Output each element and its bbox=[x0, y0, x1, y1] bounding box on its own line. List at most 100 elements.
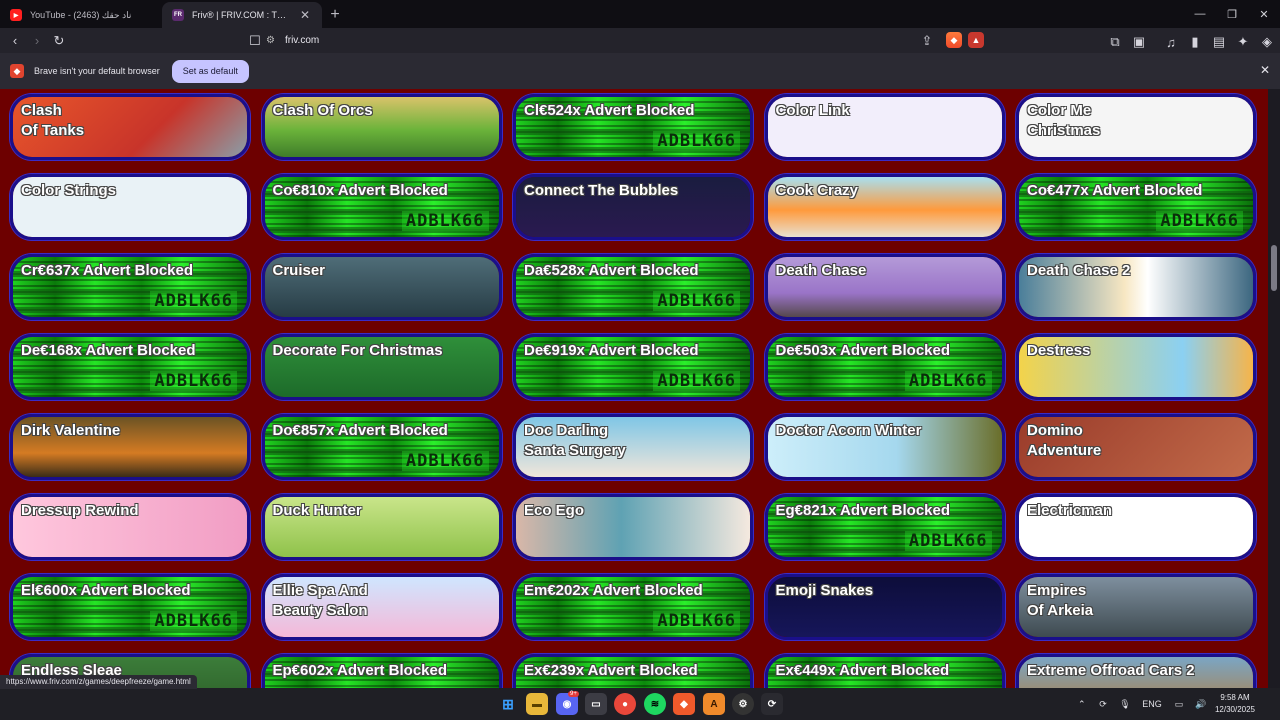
brave-taskbar-icon[interactable]: ◆ bbox=[673, 693, 695, 715]
adblock-watermark: ADBLK66 bbox=[150, 611, 237, 631]
site-settings-icon[interactable]: ⚙ bbox=[266, 35, 275, 46]
adblock-watermark: ADBLK66 bbox=[904, 371, 992, 391]
blocked-ad-tile[interactable]: ADBLK66 Em€202x Advert Blocked bbox=[513, 574, 753, 640]
game-tile[interactable]: Ellie Spa And Beauty Salon bbox=[261, 574, 502, 640]
close-tab-icon[interactable]: ✕ bbox=[298, 8, 312, 22]
language-indicator[interactable]: ENG bbox=[1136, 699, 1168, 709]
media-icon[interactable]: ♫ bbox=[1160, 31, 1182, 53]
blocked-ad-tile[interactable]: ADBLK66 Eg€821x Advert Blocked bbox=[764, 494, 1005, 560]
game-tile[interactable]: Color Me Christmas bbox=[1016, 94, 1256, 160]
blocked-ad-tile[interactable]: ADBLK66 El€600x Advert Blocked bbox=[10, 574, 250, 640]
game-tile[interactable]: Death Chase 2 bbox=[1016, 254, 1256, 320]
game-title: Dressup Rewind bbox=[21, 502, 139, 519]
extensions-icon[interactable]: ⧉ bbox=[1104, 31, 1126, 53]
app-a-icon[interactable]: A bbox=[703, 693, 725, 715]
share-icon[interactable]: ⇪ bbox=[916, 30, 938, 52]
set-default-button[interactable]: Set as default bbox=[171, 59, 249, 83]
game-tile[interactable]: Clash Of Orcs bbox=[261, 94, 502, 160]
game-tile[interactable]: Doctor Acorn Winter bbox=[764, 414, 1005, 480]
game-tile[interactable]: Doc Darling Santa Surgery bbox=[513, 414, 753, 480]
game-tile[interactable]: Connect The Bubbles bbox=[513, 174, 753, 240]
wallet-icon[interactable]: ▣ bbox=[1128, 31, 1150, 53]
game-title: Dirk Valentine bbox=[21, 422, 121, 439]
blocked-ad-tile[interactable]: ADBLK66 De€919x Advert Blocked bbox=[513, 334, 753, 400]
game-tile[interactable]: Dressup Rewind bbox=[10, 494, 250, 560]
game-tile[interactable]: Clash Of Tanks bbox=[10, 94, 250, 160]
game-tile[interactable]: Death Chase bbox=[764, 254, 1005, 320]
game-tile[interactable]: Destress bbox=[1016, 334, 1256, 400]
game-tile[interactable]: Eco Ego bbox=[513, 494, 753, 560]
game-title: Decorate For Christmas bbox=[272, 342, 443, 359]
close-window-button[interactable]: ✕ bbox=[1248, 0, 1280, 28]
status-url: https://www.friv.com/z/games/deepfreeze/… bbox=[0, 675, 197, 689]
game-title: Death Chase 2 bbox=[1027, 262, 1131, 279]
blocked-ad-tile[interactable]: ADBLK66 Cl€524x Advert Blocked bbox=[513, 94, 753, 160]
terminal-icon[interactable]: ▭ bbox=[585, 693, 607, 715]
game-title: De€168x Advert Blocked bbox=[21, 342, 196, 359]
bookmark-icon[interactable]: ☐ bbox=[244, 30, 266, 52]
new-tab-button[interactable]: + bbox=[322, 2, 348, 28]
game-title: Emoji Snakes bbox=[775, 582, 874, 599]
game-tile[interactable]: Dirk Valentine bbox=[10, 414, 250, 480]
blocked-ad-tile[interactable]: ADBLK66Ex€449x Advert Blocked bbox=[764, 654, 1005, 688]
game-tile[interactable]: Empires Of Arkeia bbox=[1016, 574, 1256, 640]
game-title: Ex€239x Advert Blocked bbox=[524, 662, 698, 679]
blocked-ad-tile[interactable]: ADBLK66Ex€239x Advert Blocked bbox=[513, 654, 753, 688]
blocked-ad-tile[interactable]: ADBLK66 De€168x Advert Blocked bbox=[10, 334, 250, 400]
game-tile[interactable]: Color Strings bbox=[10, 174, 250, 240]
steam-icon[interactable]: ⚙ bbox=[732, 693, 754, 715]
sync-icon[interactable]: ⟳ bbox=[761, 693, 783, 715]
game-tile[interactable]: Decorate For Christmas bbox=[261, 334, 502, 400]
chevron-up-icon[interactable]: ⌃ bbox=[1078, 699, 1092, 710]
back-button[interactable]: ‹ bbox=[4, 30, 26, 52]
infobar-text: Brave isn't your default browser bbox=[34, 66, 160, 76]
windows-start-icon[interactable]: ⊞ bbox=[497, 693, 519, 715]
volume-icon[interactable]: 🔊 bbox=[1190, 699, 1212, 710]
scrollbar-thumb[interactable] bbox=[1271, 245, 1277, 291]
file-explorer-icon[interactable]: ▬ bbox=[526, 693, 548, 715]
spotify-icon[interactable]: ≋ bbox=[644, 693, 666, 715]
sidebar-icon[interactable]: ▮ bbox=[1184, 31, 1206, 53]
vpn-icon[interactable]: ◈ bbox=[1256, 31, 1278, 53]
microphone-icon[interactable]: 🎙 bbox=[1114, 699, 1136, 710]
tab-youtube[interactable]: ▶ YouTube - (2463) ناد حقك bbox=[0, 2, 162, 28]
game-tile[interactable]: Extreme Offroad Cars 2 bbox=[1016, 654, 1256, 688]
restore-button[interactable]: ❐ bbox=[1216, 0, 1248, 28]
game-title: Ep€602x Advert Blocked bbox=[272, 662, 448, 679]
blocked-ad-tile[interactable]: ADBLK66 Da€528x Advert Blocked bbox=[513, 254, 753, 320]
blocked-ad-tile[interactable]: ADBLK66 De€503x Advert Blocked bbox=[764, 334, 1005, 400]
address-bar[interactable]: ☐ ⚙ friv.com ⇪ ◆ ▲ bbox=[249, 30, 986, 52]
reload-button[interactable]: ↻ bbox=[48, 30, 70, 52]
blocked-ad-tile[interactable]: ADBLK66 Co€477x Advert Blocked bbox=[1016, 174, 1256, 240]
wallet-panel-icon[interactable]: ▤ bbox=[1208, 31, 1230, 53]
adblock-watermark: ADBLK66 bbox=[653, 371, 740, 391]
game-title: Electricman bbox=[1027, 502, 1113, 519]
game-title: Color Me Christmas bbox=[1027, 102, 1101, 139]
game-tile[interactable]: Domino Adventure bbox=[1016, 414, 1256, 480]
leo-ai-icon[interactable]: ✦ bbox=[1232, 31, 1254, 53]
adblock-watermark: ADBLK66 bbox=[904, 531, 992, 551]
game-tile[interactable]: Color Link bbox=[764, 94, 1005, 160]
brave-shields-icon[interactable]: ◆ bbox=[946, 32, 962, 48]
tab-friv[interactable]: FR Friv® | FRIV.COM : The Best Free ✕ bbox=[162, 2, 322, 28]
game-tile[interactable]: Cook Crazy bbox=[764, 174, 1005, 240]
minimize-button[interactable]: — bbox=[1184, 0, 1216, 28]
game-tile[interactable]: Duck Hunter bbox=[261, 494, 502, 560]
blocked-ad-tile[interactable]: ADBLK66 Do€857x Advert Blocked bbox=[261, 414, 502, 480]
clock[interactable]: 9:58 AM 12/30/2025 bbox=[1210, 692, 1260, 716]
blocked-ad-tile[interactable]: ADBLK66 Co€810x Advert Blocked bbox=[261, 174, 502, 240]
network-icon[interactable]: ▭ bbox=[1168, 699, 1190, 710]
game-tile[interactable]: Emoji Snakes bbox=[764, 574, 1005, 640]
sync-tray-icon[interactable]: ⟳ bbox=[1092, 699, 1114, 710]
close-infobar-icon[interactable]: ✕ bbox=[1260, 63, 1270, 77]
blocked-ad-tile[interactable]: ADBLK66Ep€602x Advert Blocked bbox=[261, 654, 502, 688]
brave-rewards-icon[interactable]: ▲ bbox=[968, 32, 984, 48]
game-tile[interactable]: Electricman bbox=[1016, 494, 1256, 560]
forward-button[interactable]: › bbox=[26, 30, 48, 52]
scrollbar[interactable] bbox=[1268, 89, 1280, 688]
adblock-watermark: ADBLK66 bbox=[401, 211, 489, 231]
chrome-icon[interactable]: ● bbox=[614, 693, 636, 715]
blocked-ad-tile[interactable]: ADBLK66 Cr€637x Advert Blocked bbox=[10, 254, 250, 320]
url-text: friv.com bbox=[284, 35, 320, 46]
game-tile[interactable]: Cruiser bbox=[261, 254, 502, 320]
